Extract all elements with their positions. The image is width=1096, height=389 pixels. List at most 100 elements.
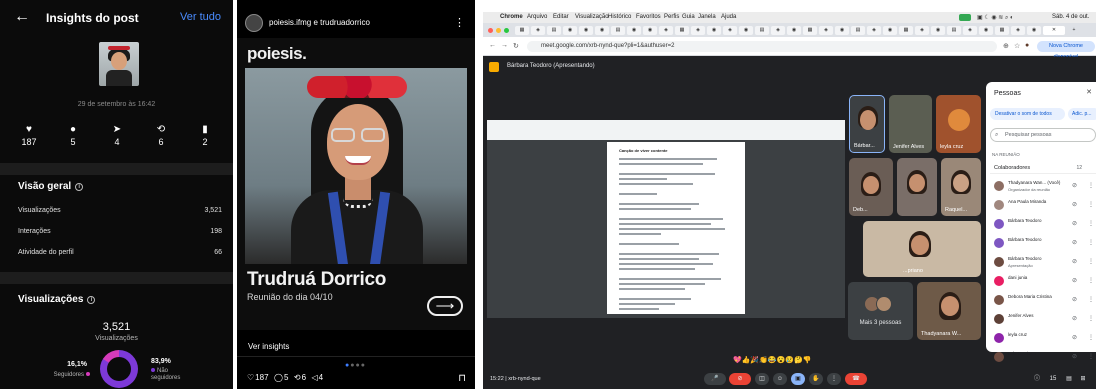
participant-tile[interactable]: Jenifer Alves [889, 95, 932, 153]
participant-row[interactable]: leyla cruz ⊘ ⋮ [992, 330, 1096, 348]
more-people-tile[interactable]: Mais 3 pessoas [848, 282, 913, 340]
send-icon[interactable]: ◁ [309, 373, 317, 382]
menu-view[interactable]: Visualização [575, 14, 609, 20]
mic-off-icon[interactable]: ⊘ [1072, 296, 1077, 303]
participant-tile[interactable] [897, 158, 937, 216]
browser-tab[interactable]: ◈ [963, 26, 977, 35]
browser-tab[interactable]: ◈ [723, 26, 737, 35]
participant-row[interactable]: Bárbara Teodoro ⊘ ⋮ [992, 216, 1096, 234]
new-tab-icon[interactable]: + [1069, 26, 1079, 35]
browser-tab[interactable]: ◉ [883, 26, 897, 35]
browser-tab[interactable]: ▤ [851, 26, 865, 35]
minimize-window-icon[interactable] [496, 28, 501, 33]
more-options-icon[interactable]: ⋮ [1088, 220, 1094, 227]
close-window-icon[interactable] [488, 28, 493, 33]
menu-history[interactable]: Histórico [608, 14, 631, 20]
post-accounts[interactable]: poiesis.ifmg e trudruadorrico [269, 18, 370, 27]
more-options-icon[interactable]: ⋮ [1088, 258, 1094, 265]
profile-avatar-icon[interactable]: ● [1025, 42, 1029, 49]
overview-row-profile-activity[interactable]: Atividade do perfil 66 [18, 249, 222, 256]
participant-tile[interactable]: Deb... [849, 158, 893, 216]
mic-off-icon[interactable]: ⊘ [1072, 182, 1077, 189]
camera-off-icon[interactable]: ⊘ [729, 373, 751, 385]
browser-tab[interactable]: ◈ [819, 26, 833, 35]
browser-tab[interactable]: ◉ [979, 26, 993, 35]
mic-off-icon[interactable]: ⊘ [1072, 220, 1077, 227]
participant-row[interactable]: Thadyanara Wan... (Você) Organizador da r… [992, 178, 1096, 196]
browser-tab[interactable]: ▤ [755, 26, 769, 35]
translate-icon[interactable]: ⊕ [1003, 42, 1009, 50]
bookmark-star-icon[interactable]: ☆ [1014, 42, 1020, 50]
browser-tab[interactable]: ◈ [691, 26, 705, 35]
mic-off-icon[interactable]: ⊘ [1072, 353, 1077, 360]
heart-icon[interactable]: ♡ [247, 373, 254, 382]
info-icon[interactable]: ⓘ [1031, 373, 1043, 385]
overview-row-views[interactable]: Visualizações 3,521 [18, 207, 222, 214]
participant-tile[interactable]: ...priano [863, 221, 981, 277]
reload-icon[interactable]: ↻ [513, 42, 519, 50]
search-people-input[interactable]: ⌕ Pesquisar pessoas [990, 128, 1096, 142]
more-options-icon[interactable]: ⋮ [1088, 315, 1094, 322]
browser-tab[interactable]: ◉ [595, 26, 609, 35]
menu-edit[interactable]: Editar [553, 14, 569, 20]
browser-tab[interactable]: ◉ [643, 26, 657, 35]
zoom-window-icon[interactable] [504, 28, 509, 33]
post-image[interactable]: poiesis. Trudruá Dorrico Reunião do dia … [237, 38, 475, 330]
participant-row[interactable]: Bárbara Teodoro Apresentação ⊘ ⋮ [992, 254, 1096, 272]
more-options-icon[interactable]: ⋮ [1088, 182, 1094, 189]
browser-tab[interactable]: ▦ [803, 26, 817, 35]
bookmark-icon[interactable]: ⊓ [458, 373, 466, 384]
browser-tab[interactable]: ◉ [627, 26, 641, 35]
browser-tab[interactable]: ◈ [867, 26, 881, 35]
url-field[interactable]: meet.google.com/xrb-nynd-que?pli=1&authu… [527, 41, 997, 52]
captions-icon[interactable]: ◫ [755, 373, 769, 385]
end-call-icon[interactable]: ☎ [845, 373, 867, 385]
menu-tab[interactable]: Guia [682, 14, 695, 20]
more-options-icon[interactable]: ⋮ [1088, 277, 1094, 284]
collaborators-group[interactable]: Colaboradores 12 [990, 162, 1096, 174]
participant-tile[interactable]: Raquel... [941, 158, 981, 216]
browser-tab[interactable]: ◉ [835, 26, 849, 35]
info-icon[interactable]: i [75, 183, 84, 191]
menu-help[interactable]: Ajuda [721, 14, 736, 20]
info-icon[interactable]: i [87, 296, 96, 304]
mic-off-icon[interactable]: ⊘ [1072, 315, 1077, 322]
more-options-icon[interactable]: ⋮ [1088, 296, 1094, 303]
mic-off-icon[interactable]: ⊘ [1072, 277, 1077, 284]
post-thumbnail[interactable] [99, 42, 139, 86]
menu-chrome[interactable]: Chrome [500, 14, 523, 20]
menu-window[interactable]: Janela [698, 14, 716, 20]
mic-off-icon[interactable]: ⊘ [1072, 334, 1077, 341]
add-people-button[interactable]: Adic. p... [1068, 108, 1096, 120]
forward-icon[interactable]: → [501, 42, 508, 49]
participant-row[interactable]: Bárbara Teodoro ⊘ ⋮ [992, 235, 1096, 253]
menu-bookmarks[interactable]: Favoritos [636, 14, 661, 20]
browser-tab[interactable]: ◉ [787, 26, 801, 35]
browser-tab[interactable]: ◉ [739, 26, 753, 35]
browser-tab[interactable]: ▦ [675, 26, 689, 35]
raise-hand-icon[interactable]: ✋ [809, 373, 823, 385]
overview-row-interactions[interactable]: Interações 198 [18, 228, 222, 235]
comment-icon[interactable]: ◯ [272, 373, 283, 382]
browser-tab[interactable]: ◈ [915, 26, 929, 35]
browser-tab[interactable]: ◉ [707, 26, 721, 35]
mic-off-icon[interactable]: ⊘ [1072, 239, 1077, 246]
browser-tab[interactable]: ◉ [563, 26, 577, 35]
browser-tab[interactable]: ▦ [899, 26, 913, 35]
participant-tile[interactable]: Bárbar... [849, 95, 885, 153]
more-options-icon[interactable]: ⋮ [1088, 334, 1094, 341]
activities-icon[interactable]: ⊞ [1077, 373, 1089, 385]
browser-tab[interactable]: ◉ [579, 26, 593, 35]
browser-tab[interactable]: ◉ [931, 26, 945, 35]
see-all-link[interactable]: Ver tudo [180, 11, 221, 23]
browser-tab[interactable]: ◉ [1027, 26, 1041, 35]
browser-tab[interactable]: ◈ [531, 26, 545, 35]
present-icon[interactable]: ▣ [791, 373, 805, 385]
participant-row[interactable]: Ana Paula Miranda ⊘ ⋮ [992, 197, 1096, 215]
participants-icon[interactable]: 15 [1045, 373, 1061, 385]
mute-all-button[interactable]: Desativar o som de todos [990, 108, 1065, 120]
repost-icon[interactable]: ⟲ [292, 373, 301, 382]
more-options-icon[interactable]: ⋮ [1088, 353, 1094, 360]
participant-row[interactable]: Debora Maria Cristina ⊘ ⋮ [992, 292, 1096, 310]
browser-tab[interactable]: ▦ [515, 26, 529, 35]
